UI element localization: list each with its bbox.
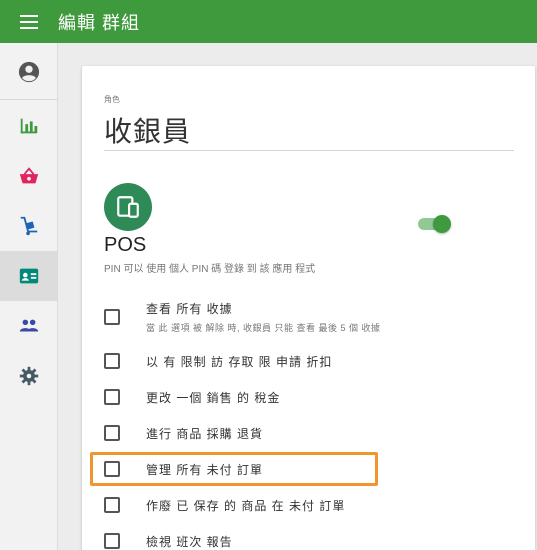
settings-gear-icon <box>19 366 39 386</box>
permission-item[interactable]: 進行 商品 採購 退貨 <box>104 416 504 450</box>
role-name-input[interactable]: 收銀員 <box>104 110 191 150</box>
permission-label: 進行 商品 採購 退貨 <box>146 426 264 441</box>
sidebar-nav <box>0 43 58 550</box>
permission-checkbox[interactable] <box>104 425 120 441</box>
role-input-underline <box>104 150 514 151</box>
permission-item[interactable]: 查看 所有 收據 當 此 選項 被 解除 時, 收銀員 只能 查看 最後 5 個… <box>104 300 504 334</box>
permission-label: 以 有 限制 訪 存取 限 申請 折扣 <box>146 354 333 369</box>
permission-checkbox[interactable] <box>104 353 120 369</box>
pos-section-title: POS <box>104 234 147 256</box>
sidebar-item-employees[interactable] <box>0 251 58 301</box>
sidebar-item-settings[interactable] <box>0 351 58 401</box>
sidebar-item-reports[interactable] <box>0 101 58 151</box>
permission-label: 作廢 已 保存 的 商品 在 未付 訂單 <box>146 498 346 513</box>
sidebar-item-account[interactable] <box>0 47 58 97</box>
contact-card-icon <box>19 268 39 284</box>
permission-checkbox[interactable] <box>104 389 120 405</box>
hand-truck-icon <box>20 216 38 236</box>
shopping-basket-icon <box>19 167 39 184</box>
permission-checkbox[interactable] <box>104 309 120 325</box>
menu-button[interactable] <box>0 0 58 43</box>
permission-description: 當 此 選項 被 解除 時, 收銀員 只能 查看 最後 5 個 收據 <box>146 323 381 333</box>
permission-item[interactable]: 以 有 限制 訪 存取 限 申請 折扣 <box>104 344 504 378</box>
permission-item[interactable]: 更改 一個 銷售 的 稅金 <box>104 380 504 414</box>
highlight-frame <box>90 452 378 486</box>
devices-icon <box>117 196 139 218</box>
role-field-label: 角色 <box>104 95 120 104</box>
permission-label: 查看 所有 收據 <box>146 302 233 316</box>
permission-checkbox[interactable] <box>104 533 120 549</box>
sidebar-item-sales[interactable] <box>0 151 58 201</box>
pos-section-subtitle: PIN 可以 使用 個人 PIN 碼 登錄 到 該 應用 程式 <box>104 264 316 275</box>
permission-label: 更改 一個 銷售 的 稅金 <box>146 390 281 405</box>
pos-access-toggle[interactable] <box>418 215 451 233</box>
pos-badge <box>104 183 152 231</box>
people-icon <box>19 319 39 332</box>
sidebar-item-inventory[interactable] <box>0 201 58 251</box>
permission-item[interactable]: 檢視 班次 報告 <box>104 524 504 550</box>
account-circle-icon <box>18 61 40 83</box>
permission-label: 檢視 班次 報告 <box>146 534 233 549</box>
permission-item[interactable]: 作廢 已 保存 的 商品 在 未付 訂單 <box>104 488 504 522</box>
permission-checkbox[interactable] <box>104 497 120 513</box>
hamburger-menu-icon <box>20 14 38 29</box>
app-bar: 編輯 群組 <box>0 0 537 43</box>
sidebar-item-customers[interactable] <box>0 301 58 351</box>
page-title: 編輯 群組 <box>58 12 141 33</box>
bar-chart-icon <box>20 118 38 134</box>
